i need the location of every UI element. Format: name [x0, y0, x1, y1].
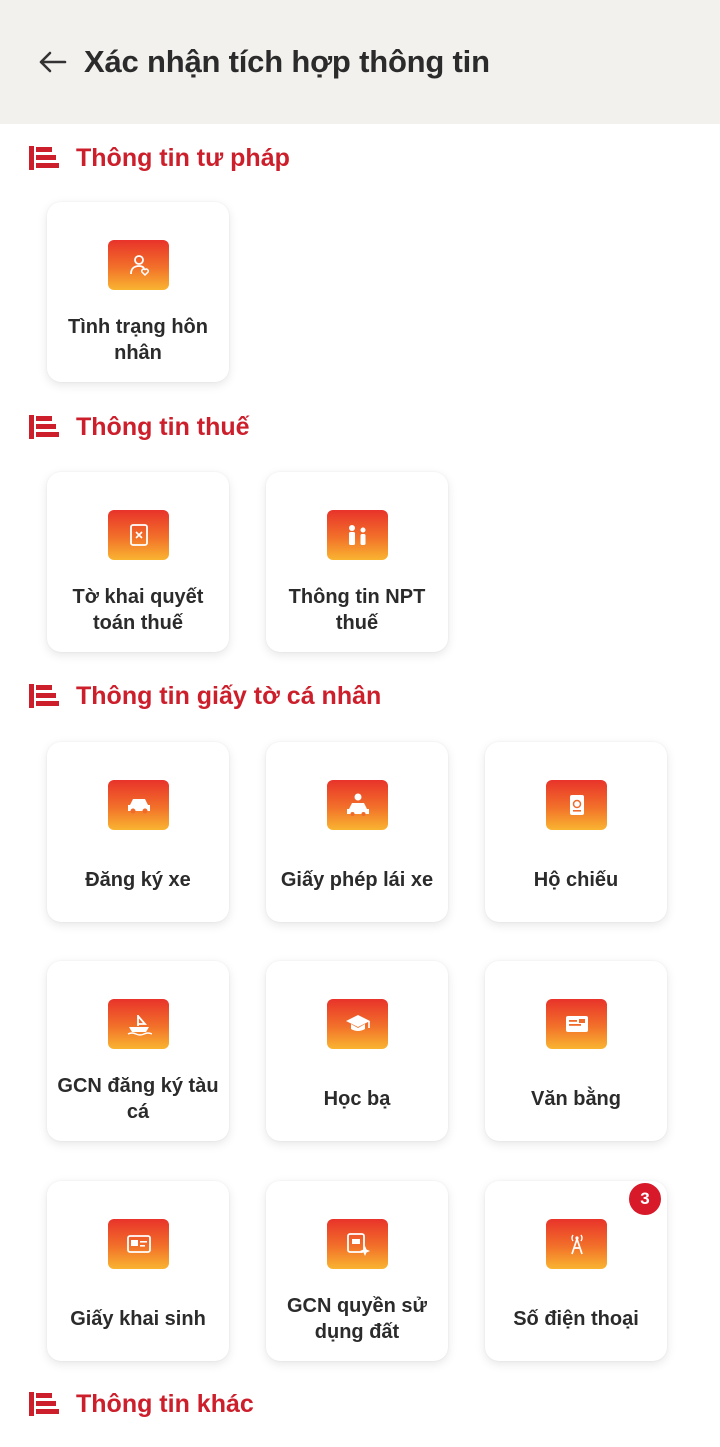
section-header-other: Thông tin khác: [28, 1384, 254, 1424]
section-header-tax: Thông tin thuế: [28, 407, 250, 447]
app-header: Xác nhận tích hợp thông tin: [0, 0, 720, 124]
card-label: Tình trạng hôn nhân: [68, 316, 208, 364]
section-title: Thông tin giấy tờ cá nhân: [76, 681, 382, 710]
item-vehicle-registration[interactable]: Đăng ký xe: [47, 742, 229, 922]
card-label: Giấy phép lái xe: [280, 869, 434, 891]
passport-icon: [546, 780, 607, 830]
page-title: Xác nhận tích hợp thông tin: [84, 44, 490, 79]
tax-form-icon: [108, 510, 169, 560]
card-label: Giấy khai sinh: [70, 1308, 206, 1330]
section-list-icon: [29, 146, 59, 170]
graduation-cap-icon: [327, 999, 388, 1049]
section-title: Thông tin thuế: [76, 412, 250, 441]
card-label: Văn bằng: [530, 1088, 621, 1110]
card-label: Học bạ: [323, 1088, 391, 1110]
item-school-record[interactable]: Học bạ: [266, 961, 448, 1141]
car-icon: [108, 780, 169, 830]
card-label: Thông tin NPT thuế: [288, 586, 426, 634]
land-certificate-icon: [327, 1219, 388, 1269]
item-diploma[interactable]: Văn bằng: [485, 961, 667, 1141]
item-marriage-status[interactable]: Tình trạng hôn nhân: [47, 202, 229, 382]
marriage-icon: [108, 240, 169, 290]
section-title: Thông tin khác: [76, 1389, 254, 1418]
driver-license-icon: [327, 780, 388, 830]
arrow-left-icon: [39, 51, 67, 73]
item-passport[interactable]: Hộ chiếu: [485, 742, 667, 922]
section-list-icon: [29, 1392, 59, 1416]
section-header-personal-documents: Thông tin giấy tờ cá nhân: [28, 676, 381, 716]
item-driver-license[interactable]: Giấy phép lái xe: [266, 742, 448, 922]
diploma-icon: [546, 999, 607, 1049]
phone-tower-icon: [546, 1219, 607, 1269]
fishing-boat-icon: [108, 999, 169, 1049]
section-title: Thông tin tư pháp: [76, 143, 290, 172]
card-label: GCN đăng ký tàu cá: [57, 1075, 219, 1123]
section-list-icon: [29, 415, 59, 439]
item-fishing-boat-certificate[interactable]: GCN đăng ký tàu cá: [47, 961, 229, 1141]
card-label: Hộ chiếu: [533, 869, 619, 891]
item-land-use-certificate[interactable]: GCN quyền sử dụng đất: [266, 1181, 448, 1361]
card-label: Đăng ký xe: [85, 869, 191, 891]
birth-certificate-icon: [108, 1219, 169, 1269]
item-tax-dependents[interactable]: Thông tin NPT thuế: [266, 472, 448, 652]
section-header-judicial: Thông tin tư pháp: [28, 138, 290, 178]
card-label: GCN quyền sử dụng đất: [286, 1295, 428, 1343]
notification-badge: 3: [627, 1181, 663, 1217]
item-birth-certificate[interactable]: Giấy khai sinh: [47, 1181, 229, 1361]
card-label: Tờ khai quyết toán thuế: [72, 586, 204, 634]
back-button[interactable]: [32, 42, 72, 82]
dependents-icon: [327, 510, 388, 560]
section-list-icon: [29, 684, 59, 708]
item-tax-settlement[interactable]: Tờ khai quyết toán thuế: [47, 472, 229, 652]
card-label: Số điện thoại: [513, 1308, 639, 1330]
